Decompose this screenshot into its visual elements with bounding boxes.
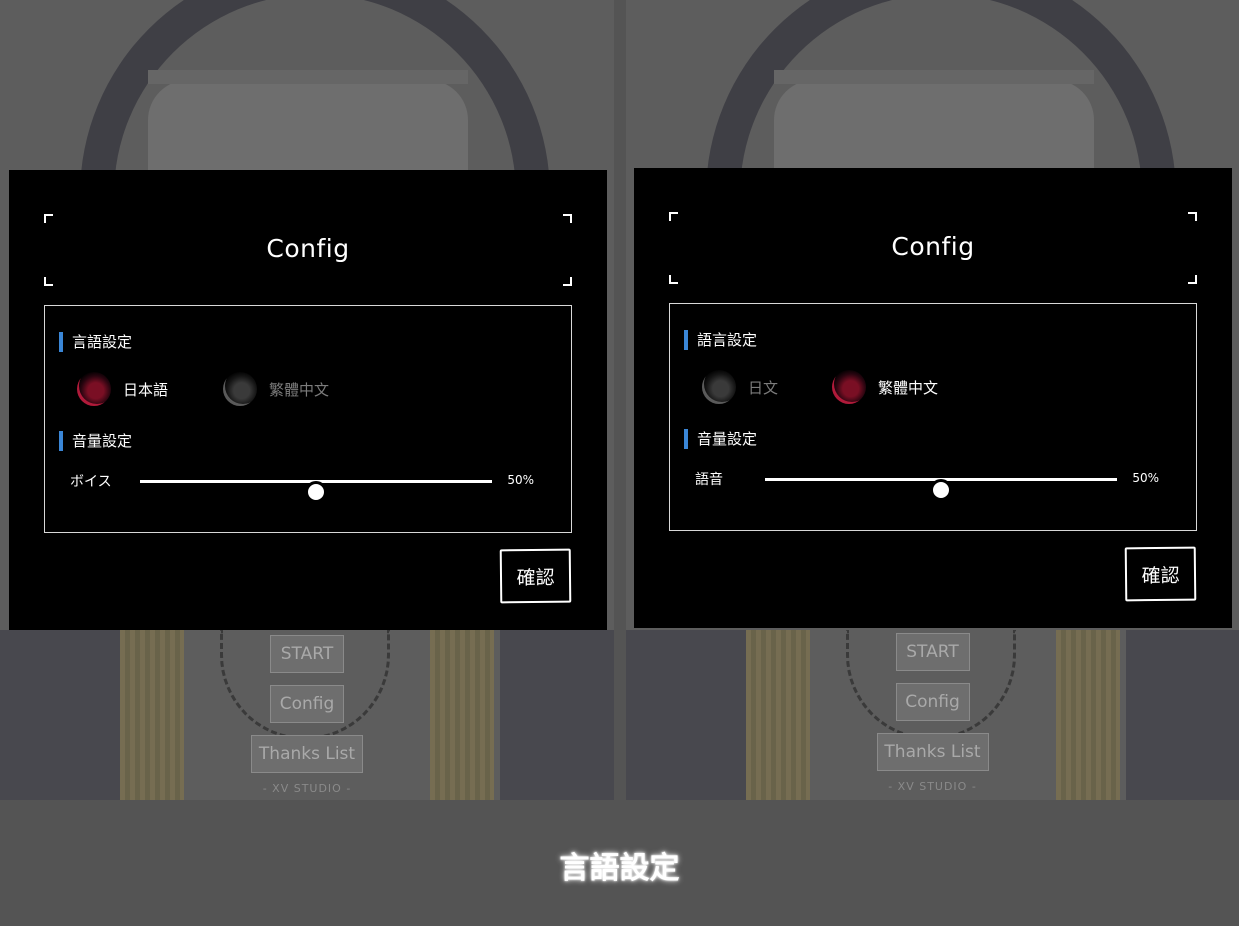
voice-volume-value: 50%	[1132, 471, 1159, 485]
image-caption: 言語設定	[559, 851, 680, 886]
config-dialog: Config 語言設定 日文 繁體中文 音量設定 語音 50% 確認	[634, 168, 1232, 628]
language-option-japanese[interactable]: 日本語	[77, 372, 168, 406]
screenshot-panel-japanese: START Config Thanks List - XV STUDIO - C…	[0, 0, 614, 800]
voice-volume-label: 語音	[695, 472, 723, 488]
studio-logo: - XV STUDIO -	[888, 780, 977, 793]
frame-corner	[669, 275, 678, 284]
volume-section-title: 音量設定	[684, 429, 757, 449]
language-option-label: 繁體中文	[878, 378, 939, 397]
voice-volume-label: ボイス	[70, 474, 112, 490]
slider-thumb[interactable]	[305, 481, 327, 503]
language-unselected-icon	[223, 372, 257, 406]
language-option-japanese[interactable]: 日文	[702, 370, 778, 404]
language-selected-icon	[832, 370, 866, 404]
language-option-traditional-chinese[interactable]: 繁體中文	[832, 370, 938, 404]
frame-corner	[44, 214, 53, 223]
voice-volume-row: 語音 50%	[670, 467, 1196, 501]
frame-corner	[44, 277, 53, 286]
frame-corner	[563, 277, 572, 286]
start-button[interactable]: START	[895, 633, 970, 671]
thanks-list-button[interactable]: Thanks List	[251, 735, 363, 773]
voice-volume-slider[interactable]	[765, 478, 1117, 501]
settings-box: 語言設定 日文 繁體中文 音量設定 語音 50%	[669, 303, 1197, 531]
volume-section-title: 音量設定	[59, 431, 132, 451]
language-option-traditional-chinese[interactable]: 繁體中文	[223, 372, 329, 406]
confirm-button[interactable]: 確認	[1124, 546, 1197, 602]
language-selected-icon	[77, 372, 111, 406]
frame-corner	[563, 214, 572, 223]
language-option-label: 日本語	[123, 380, 169, 399]
confirm-button[interactable]: 確認	[499, 548, 572, 604]
screenshot-panel-chinese: START Config Thanks List - XV STUDIO - C…	[626, 0, 1239, 800]
settings-box: 言語設定 日本語 繁體中文 音量設定 ボイス 50%	[44, 305, 572, 533]
config-button[interactable]: Config	[270, 685, 344, 723]
language-unselected-icon	[702, 370, 736, 404]
config-button[interactable]: Config	[895, 683, 970, 721]
voice-volume-value: 50%	[507, 473, 534, 487]
language-option-label: 日文	[748, 378, 779, 397]
language-section-title: 言語設定	[59, 332, 132, 352]
frame-corner	[1188, 212, 1197, 221]
thanks-list-button[interactable]: Thanks List	[876, 733, 989, 771]
dialog-title: Config	[891, 232, 975, 261]
dialog-title: Config	[266, 234, 350, 263]
language-option-label: 繁體中文	[269, 380, 330, 399]
frame-corner	[1188, 275, 1197, 284]
slider-thumb[interactable]	[930, 479, 952, 501]
studio-logo: - XV STUDIO -	[262, 782, 352, 795]
language-section-title: 語言設定	[684, 330, 757, 350]
voice-volume-slider[interactable]	[140, 480, 492, 503]
comparison-stage: START Config Thanks List - XV STUDIO - C…	[0, 0, 1239, 926]
frame-corner	[669, 212, 678, 221]
start-button[interactable]: START	[270, 635, 344, 673]
voice-volume-row: ボイス 50%	[45, 469, 571, 503]
config-dialog: Config 言語設定 日本語 繁體中文 音量設定 ボイス 50% 確認	[9, 170, 607, 630]
